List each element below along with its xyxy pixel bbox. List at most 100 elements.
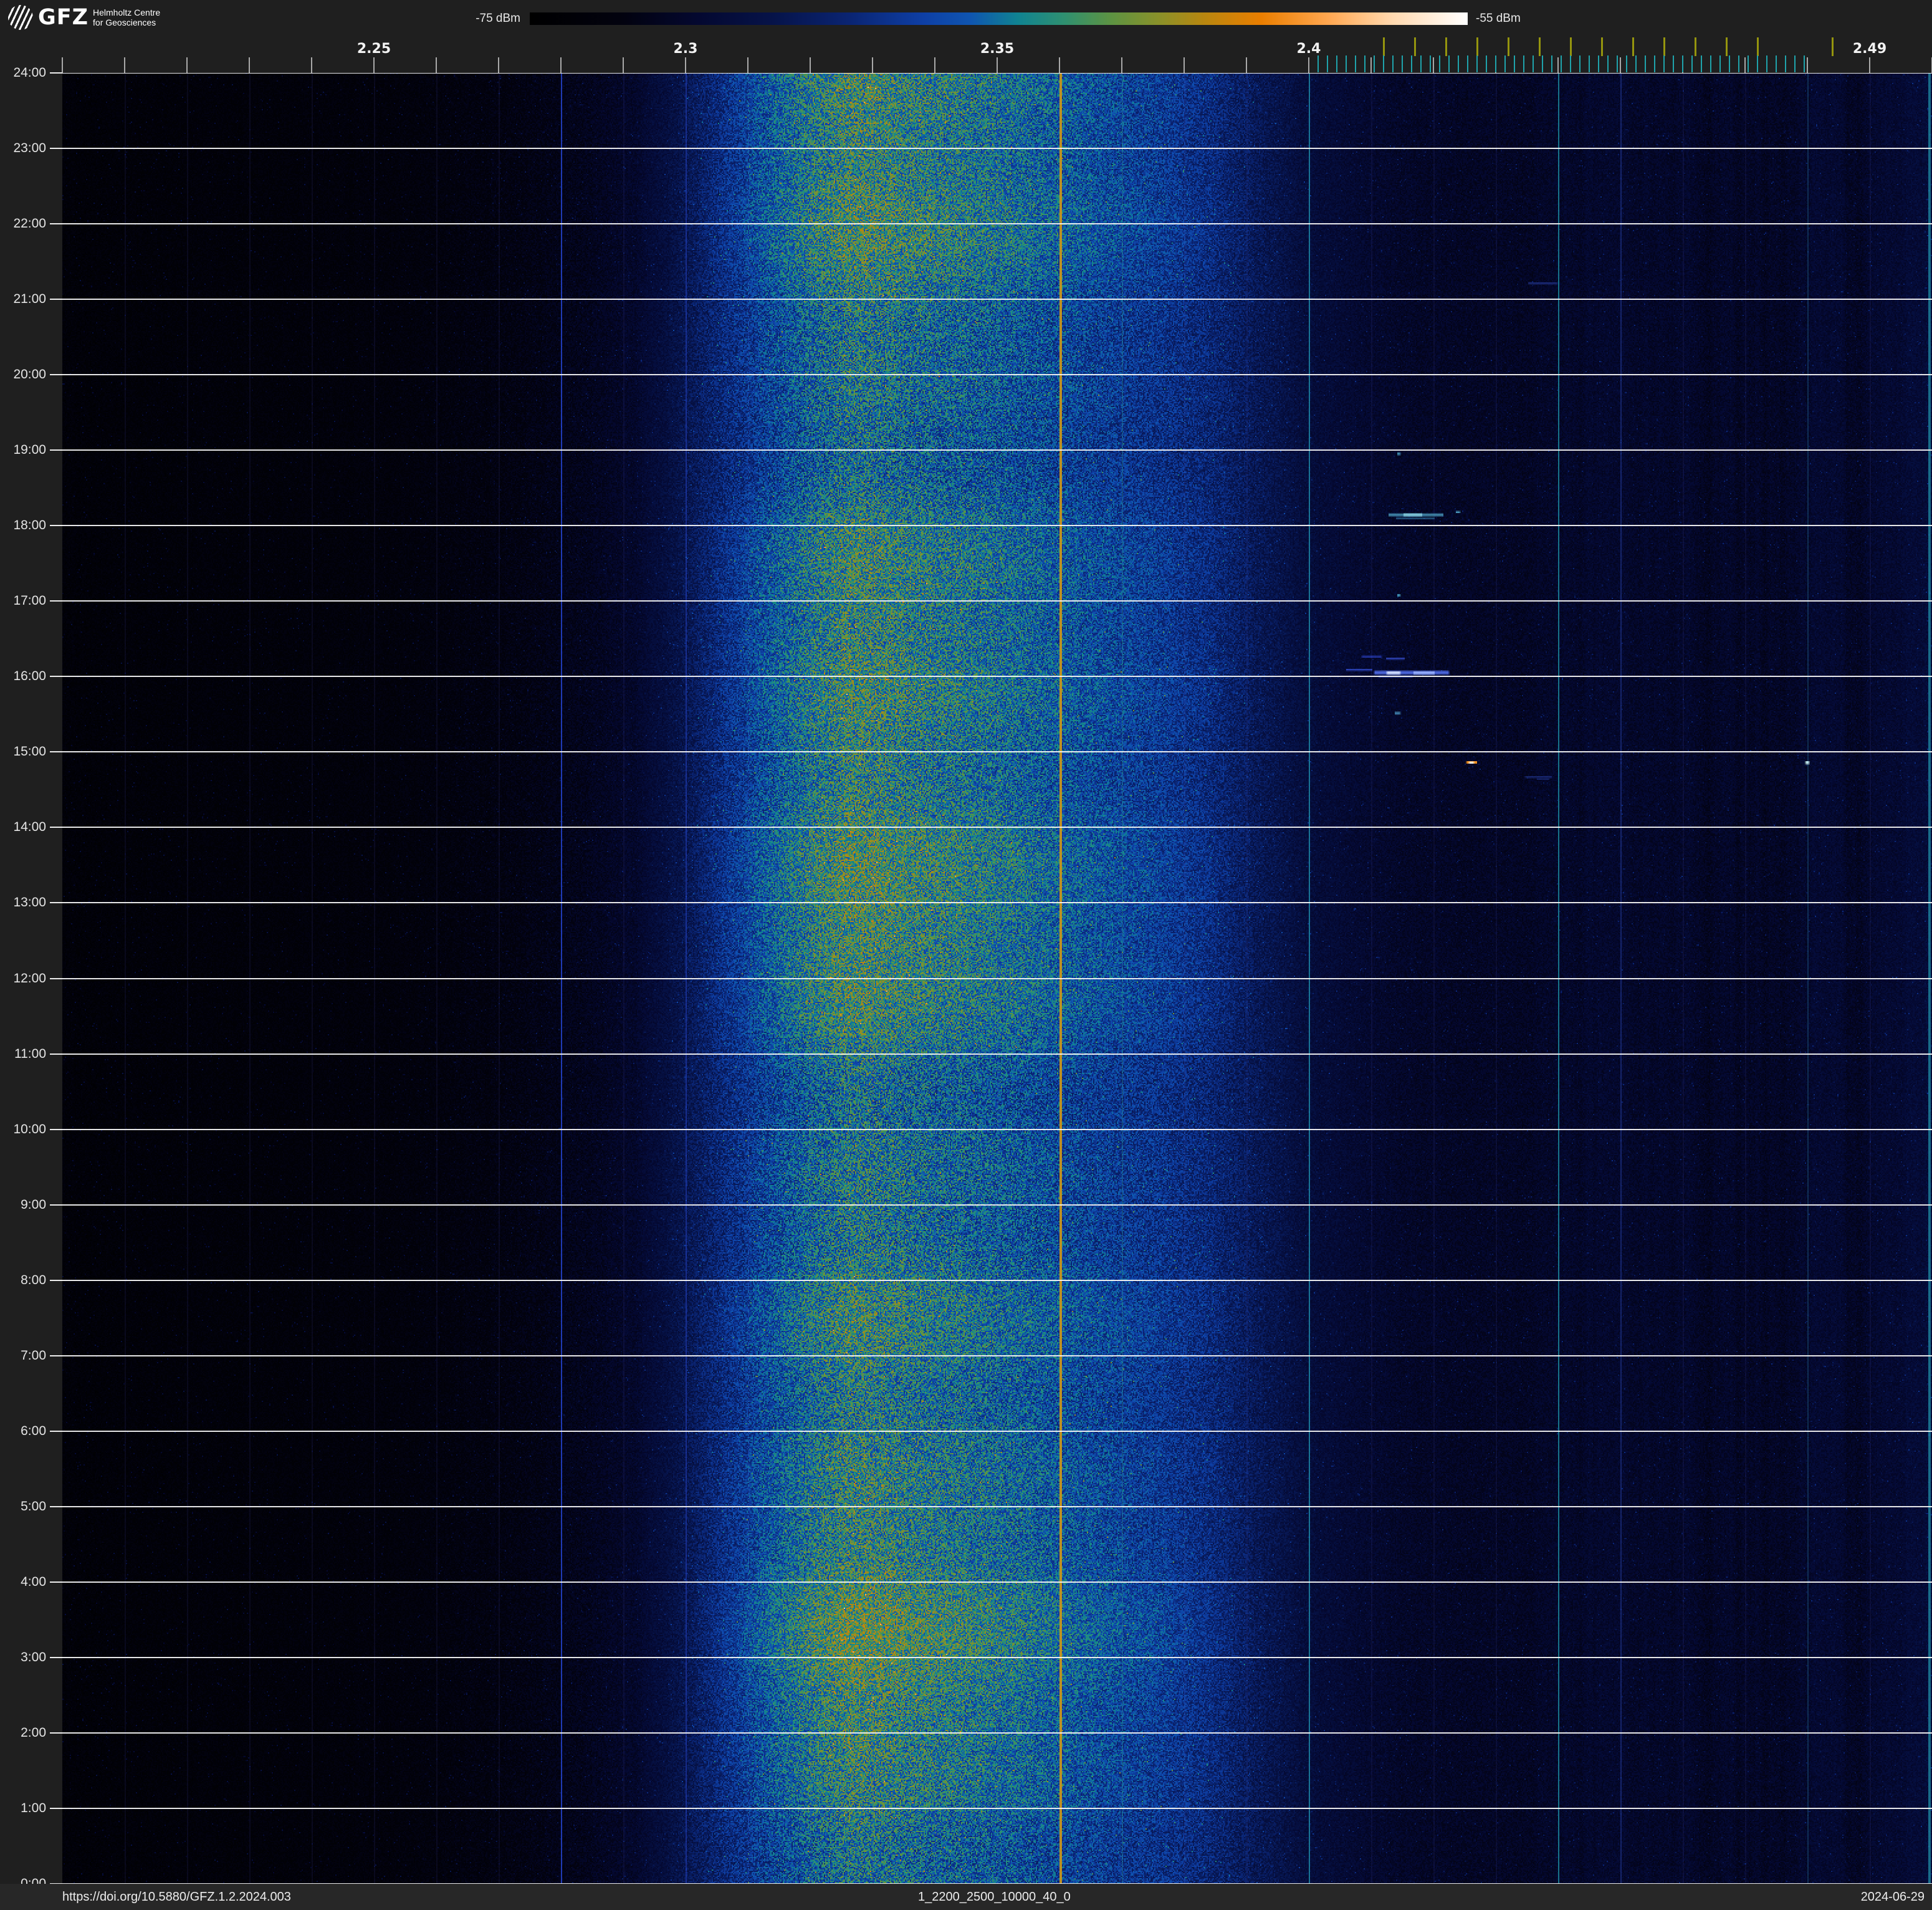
freq-minor-tick — [747, 57, 748, 73]
hour-gridline — [62, 525, 1932, 526]
freq-minor-tick — [436, 57, 437, 73]
wifi-channel-tick — [1663, 37, 1665, 56]
bluetooth-channel-tick — [1542, 55, 1543, 72]
hour-label: 8:00 — [0, 1273, 46, 1288]
hour-tick — [50, 600, 62, 602]
hour-gridline — [62, 1355, 1932, 1356]
freq-minor-tick — [1121, 57, 1122, 73]
hour-tick — [50, 525, 62, 526]
hour-gridline — [62, 148, 1932, 149]
hour-label: 21:00 — [0, 292, 46, 307]
wifi-channel-tick — [1726, 37, 1728, 56]
hour-tick — [50, 1053, 62, 1055]
hour-tick — [50, 978, 62, 979]
hour-tick — [50, 1280, 62, 1281]
hour-gridline — [62, 1280, 1932, 1281]
hour-tick — [50, 1808, 62, 1809]
hour-tick — [50, 1506, 62, 1507]
wifi-channel-tick — [1695, 37, 1696, 56]
hour-label: 13:00 — [0, 895, 46, 910]
freq-minor-tick — [1246, 57, 1247, 73]
hour-tick — [50, 223, 62, 224]
freq-minor-tick — [498, 57, 499, 73]
bluetooth-channel-tick — [1336, 55, 1337, 72]
hour-label: 16:00 — [0, 669, 46, 684]
bluetooth-channel-tick — [1579, 55, 1581, 72]
freq-minor-tick — [124, 57, 125, 73]
hour-label: 2:00 — [0, 1725, 46, 1740]
hour-tick — [50, 1581, 62, 1583]
hour-gridline — [62, 1204, 1932, 1206]
hour-tick — [50, 449, 62, 451]
bluetooth-channel-tick — [1533, 55, 1534, 72]
bluetooth-channel-tick — [1364, 55, 1365, 72]
bluetooth-channel-tick — [1804, 55, 1805, 72]
hour-label: 11:00 — [0, 1047, 46, 1062]
bluetooth-channel-tick — [1392, 55, 1394, 72]
hour-label: 5:00 — [0, 1499, 46, 1514]
bluetooth-channel-tick — [1766, 55, 1767, 72]
bluetooth-channel-tick — [1551, 55, 1552, 72]
bluetooth-channel-tick — [1785, 55, 1786, 72]
hour-label: 15:00 — [0, 744, 46, 759]
freq-tick-label: 2.25 — [346, 41, 402, 57]
freq-minor-tick — [1869, 57, 1870, 73]
freq-minor-tick — [1557, 57, 1559, 73]
freq-minor-tick — [1059, 57, 1060, 73]
freq-minor-tick — [373, 57, 375, 73]
wifi-channel-tick — [1476, 37, 1478, 56]
bluetooth-channel-tick — [1495, 55, 1496, 72]
bluetooth-channel-tick — [1514, 55, 1515, 72]
hour-label: 14:00 — [0, 820, 46, 835]
hour-label: 24:00 — [0, 65, 46, 80]
freq-minor-tick — [685, 57, 686, 73]
hour-gridline — [62, 1506, 1932, 1507]
hour-gridline — [62, 1808, 1932, 1809]
time-axis: 24:00 23:00 22:00 21:00 20:00 19:00 18:00 17:00… — [0, 0, 62, 1910]
bluetooth-channel-tick — [1327, 55, 1328, 72]
wifi-channel-tick — [1601, 37, 1603, 56]
bluetooth-channel-tick — [1645, 55, 1646, 72]
bluetooth-channel-tick — [1626, 55, 1627, 72]
hour-gridline — [62, 1732, 1932, 1734]
hour-tick — [50, 1431, 62, 1432]
freq-minor-tick — [311, 57, 312, 73]
hour-gridline — [62, 299, 1932, 300]
bluetooth-channel-tick — [1486, 55, 1487, 72]
wifi-channel-tick — [1632, 37, 1634, 56]
wifi-channel-tick — [1570, 37, 1572, 56]
hour-tick — [50, 1204, 62, 1206]
hour-gridline — [62, 73, 1932, 74]
date-label: 2024-06-29 — [1861, 1884, 1925, 1910]
freq-minor-tick — [186, 57, 188, 73]
bluetooth-channel-tick — [1420, 55, 1422, 72]
freq-minor-tick — [560, 57, 562, 73]
hour-label: 12:00 — [0, 971, 46, 986]
bluetooth-channel-tick — [1317, 55, 1319, 72]
bluetooth-channel-tick — [1607, 55, 1609, 72]
freq-minor-tick — [1308, 57, 1309, 73]
hour-tick — [50, 374, 62, 375]
wifi-channel-tick — [1757, 37, 1759, 56]
hour-label: 10:00 — [0, 1122, 46, 1137]
bluetooth-channel-tick — [1448, 55, 1450, 72]
hour-tick — [50, 902, 62, 903]
freq-minor-tick — [1744, 57, 1746, 73]
bluetooth-channel-tick — [1523, 55, 1524, 72]
bluetooth-channel-tick — [1757, 55, 1758, 72]
freq-minor-tick — [997, 57, 998, 73]
bluetooth-channel-tick — [1383, 55, 1384, 72]
freq-minor-tick — [1620, 57, 1621, 73]
bluetooth-channel-tick — [1476, 55, 1478, 72]
wifi-channel-tick — [1414, 37, 1416, 56]
bluetooth-channel-tick — [1673, 55, 1674, 72]
hour-tick — [50, 148, 62, 149]
hour-gridline — [62, 676, 1932, 677]
hour-gridline — [62, 1053, 1932, 1055]
freq-minor-tick — [623, 57, 624, 73]
bluetooth-channel-tick — [1570, 55, 1571, 72]
hour-tick — [50, 676, 62, 677]
hour-tick — [50, 72, 62, 74]
freq-minor-tick — [249, 57, 250, 73]
bluetooth-channel-tick — [1701, 55, 1702, 72]
